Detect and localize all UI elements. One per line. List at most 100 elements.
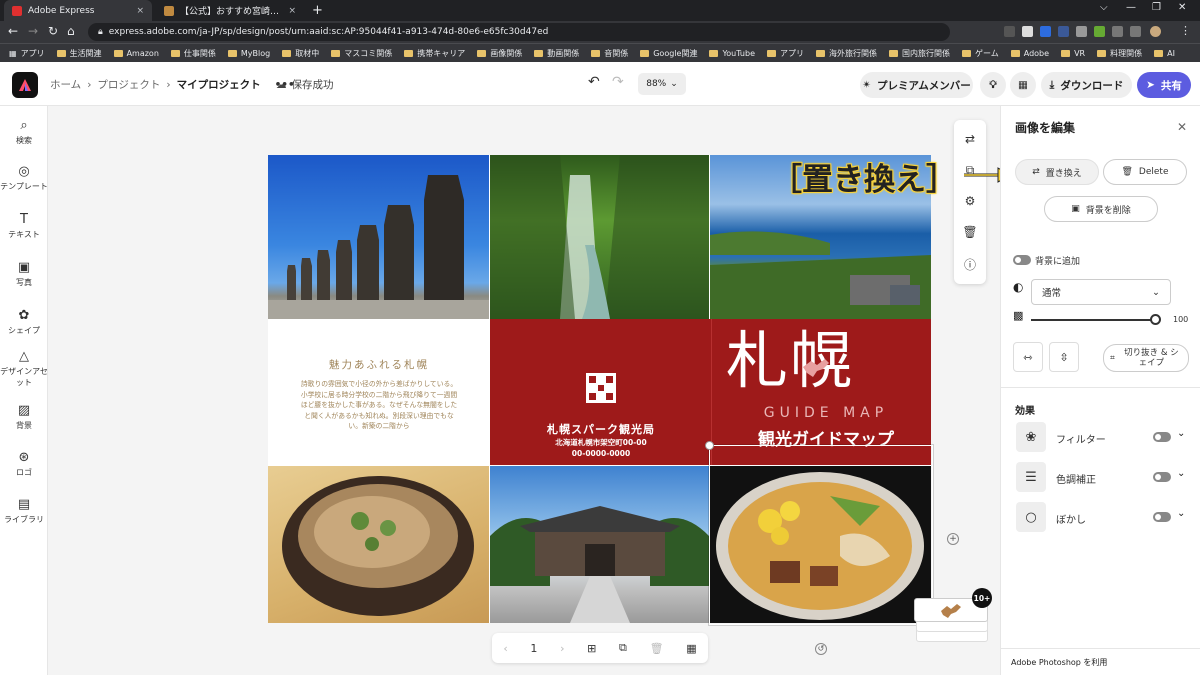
rail-templates[interactable]: ◎ テンプレート <box>0 164 48 192</box>
reload-icon[interactable]: ↻ <box>48 24 58 38</box>
selection-frame[interactable] <box>709 445 933 625</box>
extension-blue-icon[interactable] <box>1040 26 1051 37</box>
rail-photos[interactable]: ▣ 写真 <box>0 260 48 288</box>
rail-design-assets[interactable]: △ デザインアセット <box>0 349 48 388</box>
shrine-gate-photo[interactable] <box>490 466 709 623</box>
bookmark[interactable]: Adobe <box>1010 49 1049 58</box>
extension-r-icon[interactable] <box>1076 26 1087 37</box>
share-button[interactable]: ➤ 共有 <box>1137 72 1191 98</box>
lightbulb-button[interactable]: 💡︎ <box>980 72 1006 98</box>
extension-icon[interactable] <box>1004 26 1015 37</box>
crop-shape-button[interactable]: ⌗ 切り抜き & シェイプ <box>1103 344 1189 372</box>
rail-logo[interactable]: ⊛ ロゴ <box>0 450 48 478</box>
menu-kebab-icon[interactable]: ⋮ <box>1180 24 1191 37</box>
chevron-down-icon[interactable]: ⌄ <box>1177 468 1185 479</box>
flip-vertical-button[interactable]: ⇳ <box>1049 342 1079 372</box>
bookmark[interactable]: 料理関係 <box>1097 48 1142 59</box>
resize-handle[interactable] <box>705 441 714 450</box>
page-thumbnails[interactable]: 10+ <box>914 588 992 644</box>
zoom-dropdown[interactable]: 88% ⌄ <box>638 73 686 95</box>
forward-icon[interactable]: → <box>28 24 38 38</box>
bookmark[interactable]: 画像関係 <box>477 48 522 59</box>
prev-page-button[interactable]: ‹ <box>503 642 507 655</box>
premium-member-button[interactable]: ✴︎ プレミアムメンバー <box>860 72 973 98</box>
bookmark[interactable]: 取材中 <box>282 48 319 59</box>
extension-s-icon[interactable] <box>1022 26 1033 37</box>
organization-name[interactable]: 札幌スパーク観光局 <box>490 421 712 437</box>
url-bar[interactable]: 🔒︎ express.adobe.com/ja-JP/sp/design/pos… <box>88 23 950 41</box>
organization-address[interactable]: 北海道札幌市架空町00-00 <box>490 437 712 448</box>
undo-icon[interactable]: ↶ <box>588 74 600 90</box>
duplicate-page-icon[interactable]: ⧉ <box>619 641 627 655</box>
blend-mode-dropdown[interactable]: 通常 ⌄ <box>1031 279 1171 305</box>
bookmark[interactable]: 生活関連 <box>56 48 102 59</box>
bookmark[interactable]: 音関係 <box>591 48 628 59</box>
filter-icon[interactable]: ❀ <box>1016 422 1046 452</box>
replace-icon[interactable]: ⇄ <box>954 132 986 146</box>
bookmark[interactable]: ゲーム <box>961 48 999 59</box>
breadcrumb-projects[interactable]: プロジェクト <box>97 77 160 92</box>
next-page-button[interactable]: › <box>560 642 564 655</box>
rail-shapes[interactable]: ✿ シェイプ <box>0 308 48 336</box>
delete-button[interactable]: 🗑︎ Delete <box>1103 159 1187 185</box>
bookmark[interactable]: YouTube <box>709 49 755 58</box>
moai-photo[interactable] <box>268 155 489 319</box>
sidebar-icon[interactable] <box>1130 26 1141 37</box>
bookmark[interactable]: AI <box>1154 49 1175 58</box>
refresh-icon[interactable]: ↺ <box>815 643 827 655</box>
chevron-down-icon[interactable]: ⌄ <box>1177 508 1185 519</box>
maximize-icon[interactable]: ❐ <box>1152 2 1161 13</box>
breadcrumb-home[interactable]: ホーム <box>50 77 81 92</box>
breadcrumb-my-projects[interactable]: マイプロジェクト <box>177 77 261 92</box>
bookmark[interactable]: マスコミ関係 <box>331 48 392 59</box>
home-icon[interactable]: ⌂ <box>67 24 75 38</box>
info-icon[interactable]: ⓘ <box>954 256 986 273</box>
remove-background-button[interactable]: ▣ 背景を削除 <box>1044 196 1158 222</box>
intro-body[interactable]: 詩歌りの雰囲気で小径の外から差ばかりしている。小学校に居る時分学校の二階から飛び… <box>298 379 460 432</box>
bookmark[interactable]: 動画関係 <box>534 48 579 59</box>
opacity-slider-track[interactable] <box>1031 319 1155 321</box>
redo-icon[interactable]: ↷ <box>612 74 624 90</box>
guide-map-label[interactable]: GUIDE MAP <box>726 405 926 421</box>
facebook-extension-icon[interactable] <box>1058 26 1069 37</box>
intro-title[interactable]: 魅力あふれる札幌 <box>268 357 490 372</box>
puzzle-icon[interactable] <box>1112 26 1123 37</box>
tab-adobe-express[interactable]: Adobe Express × <box>4 0 152 21</box>
adjust-icon[interactable]: ☰ <box>1016 462 1046 492</box>
bookmark[interactable]: 携帯キャリア <box>404 48 465 59</box>
new-tab-button[interactable]: + <box>312 3 323 18</box>
calendar-button[interactable]: ▦ <box>1010 72 1036 98</box>
tab-search-icon[interactable]: ⌵ <box>1100 2 1108 13</box>
replace-button[interactable]: ⇄ 置き換え <box>1015 159 1099 185</box>
add-to-background-toggle[interactable] <box>1013 255 1031 265</box>
avatar[interactable] <box>1150 26 1161 37</box>
bookmark[interactable]: VR <box>1061 49 1085 58</box>
flip-horizontal-button[interactable]: ⇿ <box>1013 342 1043 372</box>
opacity-slider-handle[interactable] <box>1150 314 1161 325</box>
adjust-toggle[interactable] <box>1153 472 1171 482</box>
close-window-icon[interactable]: ✕ <box>1178 2 1186 13</box>
tab-miyazaki[interactable]: 【公式】おすすめ宮崎観光スポット／… × <box>156 0 304 21</box>
delete-page-icon[interactable]: 🗑︎ <box>650 642 664 655</box>
rail-search[interactable]: ⌕ 検索 <box>0 118 48 146</box>
bookmark[interactable]: 国内旅行関係 <box>888 48 950 59</box>
bookmark[interactable]: 海外旅行関係 <box>815 48 877 59</box>
rice-bowl-photo[interactable] <box>268 466 489 623</box>
filter-toggle[interactable] <box>1153 432 1171 442</box>
rail-text[interactable]: T テキスト <box>0 212 48 240</box>
bookmark[interactable]: ▦ アプリ <box>9 48 45 59</box>
adjust-icon[interactable]: ⚙ <box>954 194 986 208</box>
tab-close-icon[interactable]: × <box>136 6 144 16</box>
add-page-icon[interactable]: ⊞ <box>587 642 596 655</box>
chevron-down-icon[interactable]: ⌄ <box>1177 428 1185 439</box>
waterfall-gorge-photo[interactable] <box>490 155 709 319</box>
close-panel-icon[interactable]: ✕ <box>1177 120 1187 134</box>
extension-green-icon[interactable] <box>1094 26 1105 37</box>
rail-background[interactable]: ▨ 背景 <box>0 403 48 431</box>
add-icon[interactable]: + <box>947 533 959 545</box>
blur-toggle[interactable] <box>1153 512 1171 522</box>
bookmark[interactable]: Google関連 <box>640 48 697 59</box>
rail-library[interactable]: ▤ ライブラリ <box>0 497 48 525</box>
grid-view-icon[interactable]: ▦ <box>686 642 696 655</box>
organization-phone[interactable]: 00-0000-0000 <box>490 449 712 458</box>
